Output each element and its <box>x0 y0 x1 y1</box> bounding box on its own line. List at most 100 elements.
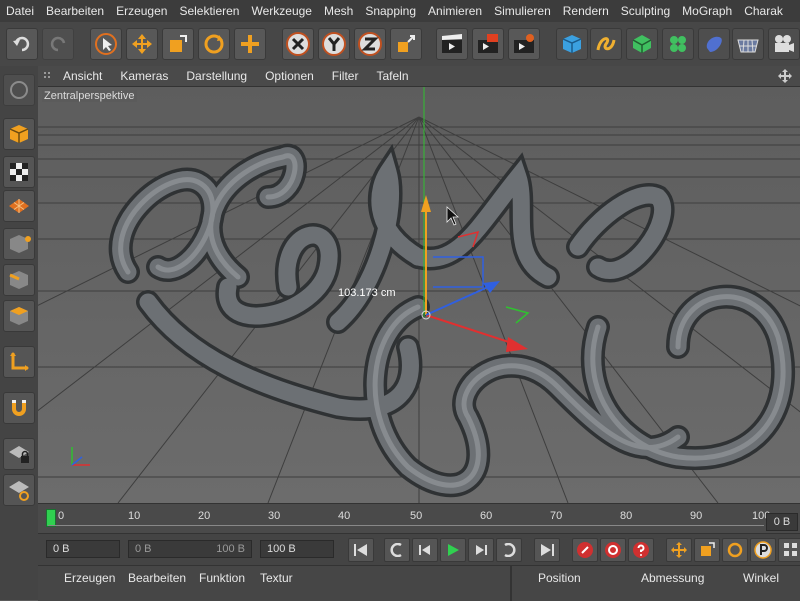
goto-end-button[interactable] <box>534 538 560 562</box>
prev-key-button[interactable] <box>384 538 410 562</box>
viewport-3d[interactable]: Zentralperspektive 103.173 cm <box>38 87 800 503</box>
floor-button[interactable] <box>732 28 764 60</box>
axis-icon <box>10 352 29 371</box>
make-editable-icon <box>10 81 28 99</box>
end-frame-field[interactable]: 100 B <box>260 540 334 558</box>
auto-key-button[interactable] <box>600 538 626 562</box>
polygons-mode-button[interactable] <box>3 300 35 332</box>
tick-label: 20 <box>198 510 211 522</box>
menu-mesh[interactable]: Mesh <box>324 4 353 18</box>
keyframe-selection-button[interactable] <box>628 538 654 562</box>
make-editable-button[interactable] <box>3 74 35 106</box>
redo-button[interactable] <box>42 28 74 60</box>
model-mode-button[interactable] <box>3 118 35 150</box>
next-key-icon <box>504 543 516 557</box>
render-picture-viewer-button[interactable] <box>472 28 504 60</box>
material-menu-bearbeiten[interactable]: Bearbeiten <box>128 571 186 585</box>
scale-tool-button[interactable] <box>162 28 194 60</box>
points-mode-button[interactable] <box>3 228 35 260</box>
menu-animieren[interactable]: Animieren <box>428 4 482 18</box>
preview-range-slider[interactable]: 0 B 100 B <box>128 540 252 558</box>
vp-menu-darstellung[interactable]: Darstellung <box>186 69 247 83</box>
subdivision-surface-icon <box>632 35 652 53</box>
viewport-menubar: Ansicht Kameras Darstellung Optionen Fil… <box>38 66 800 87</box>
transform-tool-button[interactable] <box>234 28 266 60</box>
next-frame-button[interactable] <box>468 538 494 562</box>
workplane-icon <box>9 199 29 213</box>
timeline-ruler[interactable]: 0 10 20 30 40 50 60 70 80 90 100 0 B <box>38 503 800 534</box>
vp-menu-ansicht[interactable]: Ansicht <box>63 69 102 83</box>
render-settings-button[interactable] <box>508 28 540 60</box>
menu-selektieren[interactable]: Selektieren <box>179 4 239 18</box>
left-tool-palette <box>0 66 39 600</box>
material-menu-textur[interactable]: Textur <box>260 571 293 585</box>
camera-button[interactable] <box>768 28 800 60</box>
cursor-select-icon <box>95 33 117 55</box>
menu-werkzeuge[interactable]: Werkzeuge <box>251 4 311 18</box>
tick-label: 10 <box>128 510 141 522</box>
undo-button[interactable] <box>6 28 38 60</box>
move-arrows-icon <box>132 34 152 54</box>
key-pla-button[interactable] <box>778 538 800 562</box>
vp-menu-kameras[interactable]: Kameras <box>120 69 168 83</box>
cube-primitive-button[interactable] <box>556 28 588 60</box>
scale-icon <box>170 35 187 52</box>
current-frame-field[interactable]: 0 B <box>766 513 798 531</box>
texture-mode-button[interactable] <box>3 156 35 188</box>
key-rotation-button[interactable] <box>722 538 748 562</box>
vp-menu-filter[interactable]: Filter <box>332 69 359 83</box>
record-keys-button[interactable] <box>572 538 598 562</box>
menu-sculpting[interactable]: Sculpting <box>621 4 670 18</box>
x-axis-lock-button[interactable] <box>282 28 314 60</box>
menu-erzeugen[interactable]: Erzeugen <box>116 4 167 18</box>
menu-charak[interactable]: Charak <box>744 4 783 18</box>
live-selection-button[interactable] <box>90 28 122 60</box>
render-view-button[interactable] <box>436 28 468 60</box>
y-axis-lock-button[interactable] <box>318 28 350 60</box>
menu-simulieren[interactable]: Simulieren <box>494 4 551 18</box>
material-menu-erzeugen[interactable]: Erzeugen <box>64 571 115 585</box>
prev-frame-button[interactable] <box>412 538 438 562</box>
panel-divider <box>510 566 512 601</box>
key-scale-button[interactable] <box>694 538 720 562</box>
deformer-button[interactable] <box>698 28 730 60</box>
spline-button[interactable] <box>590 28 622 60</box>
start-frame-field[interactable]: 0 B <box>46 540 120 558</box>
menu-datei[interactable]: Datei <box>6 4 34 18</box>
next-key-button[interactable] <box>496 538 522 562</box>
play-button[interactable] <box>440 538 466 562</box>
move-tool-button[interactable] <box>126 28 158 60</box>
menu-snapping[interactable]: Snapping <box>365 4 416 18</box>
scene-canvas[interactable] <box>38 87 800 503</box>
menu-rendern[interactable]: Rendern <box>563 4 609 18</box>
viewport-camera-label[interactable]: Zentralperspektive <box>42 90 137 102</box>
edges-mode-button[interactable] <box>3 264 35 296</box>
nurbs-button[interactable] <box>626 28 658 60</box>
cube-icon <box>562 35 582 53</box>
menu-mograph[interactable]: MoGraph <box>682 4 732 18</box>
vp-menu-tafeln[interactable]: Tafeln <box>376 69 408 83</box>
skip-forward-icon <box>541 544 554 556</box>
locked-workplane-button[interactable] <box>3 438 35 470</box>
planar-workplane-button[interactable] <box>3 474 35 506</box>
workplane-mode-button[interactable] <box>3 190 35 222</box>
axis-mode-button[interactable] <box>3 346 35 378</box>
rotate-tool-button[interactable] <box>198 28 230 60</box>
mograph-cloner-button[interactable] <box>662 28 694 60</box>
coordinate-system-button[interactable] <box>390 28 422 60</box>
vp-menu-optionen[interactable]: Optionen <box>265 69 314 83</box>
tick-label: 90 <box>690 510 703 522</box>
snapping-button[interactable] <box>3 392 35 424</box>
edges-cube-icon <box>9 271 28 289</box>
points-cube-icon <box>10 235 31 253</box>
key-position-button[interactable] <box>666 538 692 562</box>
rotate-icon <box>204 34 224 54</box>
skip-back-icon <box>354 544 367 556</box>
material-menu-funktion[interactable]: Funktion <box>199 571 245 585</box>
menu-bearbeiten[interactable]: Bearbeiten <box>46 4 104 18</box>
key-parameter-button[interactable] <box>750 538 776 562</box>
goto-start-button[interactable] <box>348 538 374 562</box>
viewport-move-icon[interactable] <box>778 69 792 83</box>
tick-label: 80 <box>620 510 633 522</box>
z-axis-lock-button[interactable] <box>354 28 386 60</box>
